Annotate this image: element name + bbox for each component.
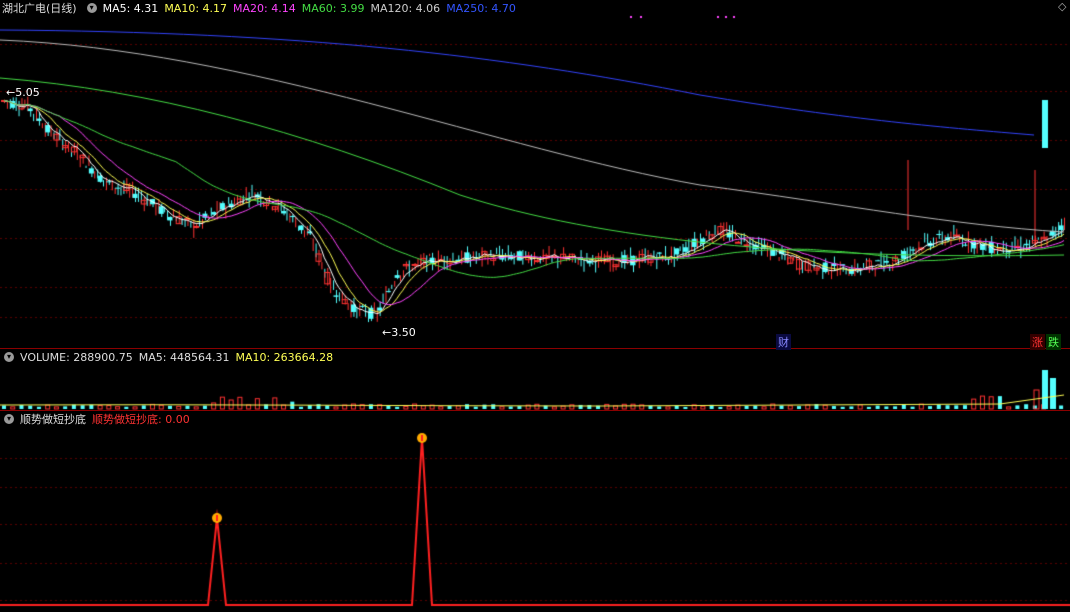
volume-ma10: MA10: 263664.28	[235, 350, 334, 364]
finance-event-tag[interactable]: 财	[776, 334, 791, 350]
ma-legend: MA5: 4.31 MA10: 4.17 MA20: 4.14 MA60: 3.99 M…	[103, 2, 522, 15]
low-price-marker: ←3.50	[382, 326, 416, 339]
ma-label-5: MA250: 4.70	[446, 1, 516, 15]
ma-label-0: MA5: 4.31	[102, 1, 159, 15]
limit-up-tag[interactable]: 涨	[1030, 334, 1045, 350]
main-chart-header: 湖北广电(日线) ▾ MA5: 4.31 MA10: 4.17 MA20: 4.14…	[0, 0, 528, 16]
volume-value: VOLUME: 288900.75	[20, 350, 133, 364]
ma-label-4: MA120: 4.06	[370, 1, 441, 15]
indicator-value: 顺势做短抄底: 0.00	[92, 413, 190, 426]
high-price-label: 5.05	[15, 86, 40, 99]
limit-down-tag[interactable]: 跌	[1046, 334, 1061, 350]
high-price-marker: ←5.05	[6, 86, 40, 99]
ma-label-3: MA60: 3.99	[301, 1, 365, 15]
indicator-header: ▾ 顺势做短抄底 顺势做短抄底: 0.00	[0, 411, 196, 427]
indicator-dropdown-icon[interactable]: ▾	[4, 414, 14, 424]
ma-label-1: MA10: 4.17	[164, 1, 228, 15]
volume-header: ▾ VOLUME: 288900.75 MA5: 448564.31 MA10:…	[0, 349, 339, 365]
low-price-label: 3.50	[391, 326, 416, 339]
ma-label-2: MA20: 4.14	[233, 1, 296, 15]
diamond-icon[interactable]: ◇	[1056, 0, 1068, 13]
volume-ma5: MA5: 448564.31	[138, 350, 230, 364]
stock-title: 湖北广电(日线)	[2, 2, 77, 15]
volume-dropdown-icon[interactable]: ▾	[4, 352, 14, 362]
stock-chart-canvas[interactable]	[0, 0, 1070, 612]
settings-dropdown-icon[interactable]: ▾	[86, 3, 97, 13]
indicator-name: 顺势做短抄底	[20, 413, 86, 426]
